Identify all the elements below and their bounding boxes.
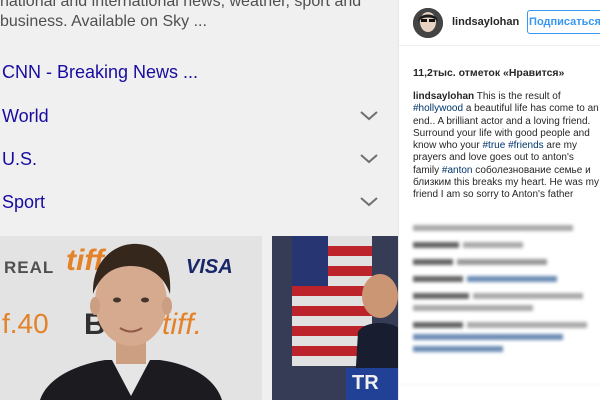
comments-list	[413, 222, 599, 385]
post-caption: lindsaylohan This is the result of #holl…	[413, 91, 599, 202]
instagram-post-panel: lindsaylohan Подписаться 11,2тыс. отмето…	[398, 0, 600, 400]
likes-count[interactable]: 11,2тыс. отметок «Нравится»	[413, 67, 564, 79]
hashtag-link[interactable]: #true	[482, 140, 505, 151]
snippet-line: business. Available on Sky ...	[0, 13, 207, 30]
section-us[interactable]: U.S.	[0, 144, 380, 174]
post-header: lindsaylohan Подписаться	[399, 0, 600, 46]
avatar[interactable]	[413, 8, 443, 38]
post-footer	[399, 384, 600, 400]
section-label: Sport	[2, 191, 46, 212]
username-link[interactable]: lindsaylohan	[452, 16, 519, 28]
flag-scene	[272, 236, 398, 400]
caption-author[interactable]: lindsaylohan	[413, 91, 474, 102]
chevron-down-icon	[358, 109, 380, 123]
caption-text: This is the result of	[474, 91, 561, 102]
result-title-link[interactable]: CNN - Breaking News ...	[2, 62, 198, 83]
snippet-line: national and international news, weather…	[0, 0, 362, 10]
banner-text: TR	[352, 372, 379, 394]
hashtag-link[interactable]: #anton	[442, 165, 473, 176]
hashtag-link[interactable]: #hollywood	[413, 103, 463, 114]
section-label: U.S.	[2, 148, 38, 169]
search-result-panel: national and international news, weather…	[0, 0, 398, 400]
actor-figure	[40, 243, 222, 400]
chevron-down-icon	[358, 152, 380, 166]
news-photo-rally[interactable]: TR	[272, 236, 398, 400]
section-sport[interactable]: Sport	[0, 187, 380, 217]
result-snippet: national and international news, weather…	[0, 0, 398, 32]
comment-placeholders	[413, 225, 587, 352]
section-label: World	[2, 105, 49, 126]
news-photo-actor[interactable]: REAL tiff VISA f.40 B tiff.	[0, 236, 262, 400]
chevron-down-icon	[358, 195, 380, 209]
follow-button[interactable]: Подписаться	[527, 10, 600, 34]
hashtag-link[interactable]: #friends	[508, 140, 544, 151]
section-world[interactable]: World	[0, 101, 380, 131]
